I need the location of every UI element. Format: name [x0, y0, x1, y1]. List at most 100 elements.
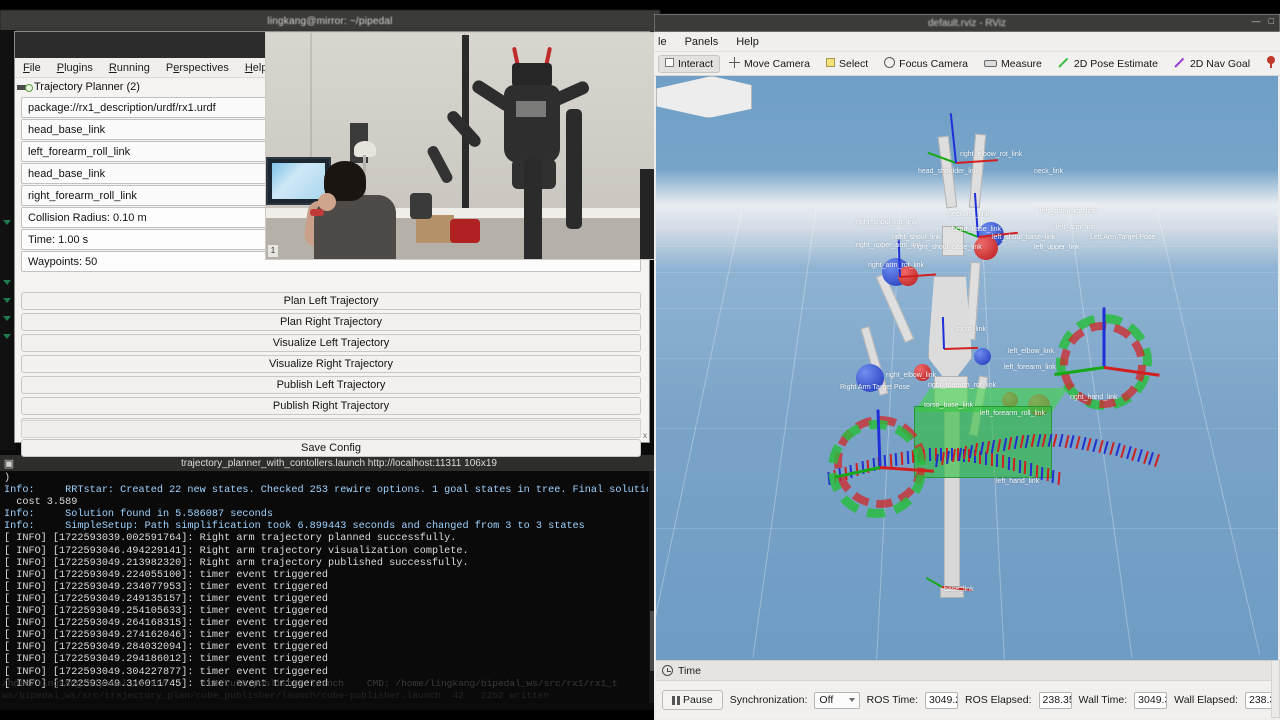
ros-time-label: ROS Time: — [867, 694, 918, 706]
frame-label-left_forearm_roll_link: left_forearm_roll_link — [980, 410, 1045, 417]
trajectory-tick — [1120, 445, 1126, 458]
left-target-z-axis[interactable] — [1103, 308, 1106, 368]
terminal-titlebar: lingkang@mirror: ~/pipedal — [0, 10, 660, 32]
trajectory-tick — [1025, 435, 1030, 448]
trajectory-tick — [963, 446, 967, 459]
frame-label-head_base_link: head_base_link — [952, 226, 1001, 233]
tool-label: Focus Camera — [899, 58, 968, 70]
robot-torso — [504, 85, 560, 163]
pose-estimate-icon — [1058, 56, 1070, 71]
minimize-icon[interactable]: — — [1252, 16, 1261, 26]
frame-label-neck_rot_link: neck_rot_link — [948, 211, 989, 218]
nav-goal-icon — [1174, 56, 1186, 71]
terminal-ghost-line-1: /home/lingkang/bipedal_ws/src <ch/cube_p… — [2, 678, 642, 689]
rviz-toolbar: InteractMove Camera Select Focus Camera Mea… — [654, 52, 1280, 76]
rqt-button-plan-right-trajectory[interactable]: Plan Right Trajectory — [21, 313, 641, 331]
rqt-button-publish-right-trajectory[interactable]: Publish Right Trajectory — [21, 397, 641, 415]
rqt-menu-file[interactable]: File — [23, 62, 41, 74]
terminal-line: cost 3.589 — [4, 497, 644, 509]
rqt-button-plan-left-trajectory[interactable]: Plan Left Trajectory — [21, 292, 641, 310]
trajectory-tick — [1103, 441, 1108, 454]
trajectory-tick — [1148, 452, 1154, 465]
time-panel-title: Time — [678, 665, 701, 677]
tool-label: 2D Pose Estimate — [1074, 58, 1158, 70]
pause-icon — [672, 696, 680, 705]
terminal-line: [ INFO] [1722593049.264168315]: timer ev… — [4, 618, 644, 630]
cardboard-box — [416, 215, 454, 243]
frame-label-head_shoulder_link: head_shoulder_link — [918, 168, 979, 175]
ros-time-value: 3049.29 — [925, 692, 958, 709]
trajectory-tick — [935, 454, 939, 467]
trajectory-tick — [1092, 438, 1097, 451]
strip-marker-3 — [3, 298, 11, 303]
pause-button[interactable]: Pause — [662, 690, 723, 710]
robot-left-gripper — [410, 193, 432, 219]
undock-icon[interactable] — [17, 82, 30, 93]
time-panel-scrollbar[interactable] — [1271, 660, 1280, 718]
screen-root: lingkang@mirror: ~/pipedal ▣ trajectory_… — [0, 0, 1280, 720]
robot-head — [512, 63, 552, 87]
frame-label-right_forearm_rot_link: right_forearm_rot_link — [928, 382, 996, 389]
tool-select[interactable]: Select — [819, 55, 875, 73]
rqt-menu-perspectives[interactable]: Perspectives — [166, 62, 229, 74]
rviz-window-buttons[interactable]: — □ — [1252, 16, 1274, 26]
rqt-button-visualize-left-trajectory[interactable]: Visualize Left Trajectory — [21, 334, 641, 352]
select-icon — [826, 58, 835, 70]
robot-center-column — [524, 159, 542, 260]
terminal-line: [ INFO] [1722593049.254105633]: timer ev… — [4, 606, 644, 618]
publish-point-icon — [1266, 56, 1276, 71]
robot-model — [656, 76, 1278, 660]
rviz-3d-viewport[interactable]: right_elbow_rot_link head_shoulder_linkne… — [656, 76, 1278, 660]
sync-select-value: Off — [819, 694, 833, 706]
tool-label: Select — [839, 58, 868, 70]
terminal-line: Info: Solution found in 5.586087 seconds — [4, 509, 644, 521]
time-panel-header: Time — [656, 661, 1278, 681]
rqt-menu-plugins[interactable]: Plugins — [57, 62, 93, 74]
tool-publish-point[interactable]: Publish Point — [1259, 53, 1280, 74]
trajectory-tick — [1137, 449, 1143, 462]
trajectory-tick — [1070, 435, 1075, 448]
interact-icon — [665, 58, 674, 70]
maximize-icon[interactable]: □ — [1269, 16, 1274, 26]
sync-select[interactable]: Off — [814, 692, 859, 709]
trajectory-tick — [986, 441, 990, 454]
terminal-line: [ INFO] [1722593049.294186012]: timer ev… — [4, 654, 644, 666]
rviz-menu-help[interactable]: Help — [736, 36, 759, 48]
tool-2d-pose-estimate[interactable]: 2D Pose Estimate — [1051, 53, 1165, 74]
joint-left-elbow — [974, 348, 991, 365]
trajectory-tick — [941, 452, 945, 465]
robot-right-leg — [566, 109, 582, 229]
tool-move-camera[interactable]: Move Camera — [722, 54, 817, 74]
ros-elapsed-value: 238.35 — [1039, 692, 1072, 709]
trajectory-tick — [997, 438, 1001, 451]
frame-label-right-arm-target-pose: Right Arm Target Pose — [840, 384, 910, 391]
terminal-output: )Info: RRTstar: Created 22 new states. C… — [0, 471, 648, 703]
frame-label-right_hand_link: right_hand_link — [1070, 394, 1117, 401]
frame-label-left_hand_link: left_hand_link — [996, 478, 1039, 485]
frame-label-right_elbow_rot_link: right_elbow_rot_link — [960, 151, 1022, 158]
frame-label-left_elbow_link: left_elbow_link — [1008, 348, 1054, 355]
terminal-line: Info: SimpleSetup: Path simplification t… — [4, 521, 644, 533]
tool-measure[interactable]: Measure — [977, 55, 1049, 73]
sync-label: Synchronization: — [730, 694, 808, 706]
rviz-menu-panels[interactable]: Panels — [685, 36, 719, 48]
trajectory-tick — [1047, 434, 1052, 447]
strip-marker-5 — [3, 334, 11, 339]
rviz-menu-file[interactable]: le — [658, 36, 667, 48]
terminal-line: Info: RRTstar: Created 22 new states. Ch… — [4, 485, 644, 497]
rqt-menu-running[interactable]: Running — [109, 62, 150, 74]
wall-elapsed-label: Wall Elapsed: — [1174, 694, 1238, 706]
rqt-close-icon[interactable]: x — [643, 431, 647, 440]
tool-2d-nav-goal[interactable]: 2D Nav Goal — [1167, 53, 1257, 74]
rqt-button-visualize-right-trajectory[interactable]: Visualize Right Trajectory — [21, 355, 641, 373]
tool-interact[interactable]: Interact — [658, 55, 720, 73]
video-overlay-number: 1 — [268, 245, 278, 257]
chevron-down-icon — [849, 698, 855, 702]
rqt-button-save-config[interactable]: Save Config — [21, 439, 641, 457]
rqt-button-publish-left-trajectory[interactable]: Publish Left Trajectory — [21, 376, 641, 394]
terminal-line: [ INFO] [1722593049.284032094]: timer ev… — [4, 642, 644, 654]
frame-label-base_link: base_link — [944, 586, 974, 593]
trajectory-tick — [1036, 434, 1041, 447]
trajectory-tick — [980, 442, 984, 455]
tool-focus-camera[interactable]: Focus Camera — [877, 54, 975, 74]
